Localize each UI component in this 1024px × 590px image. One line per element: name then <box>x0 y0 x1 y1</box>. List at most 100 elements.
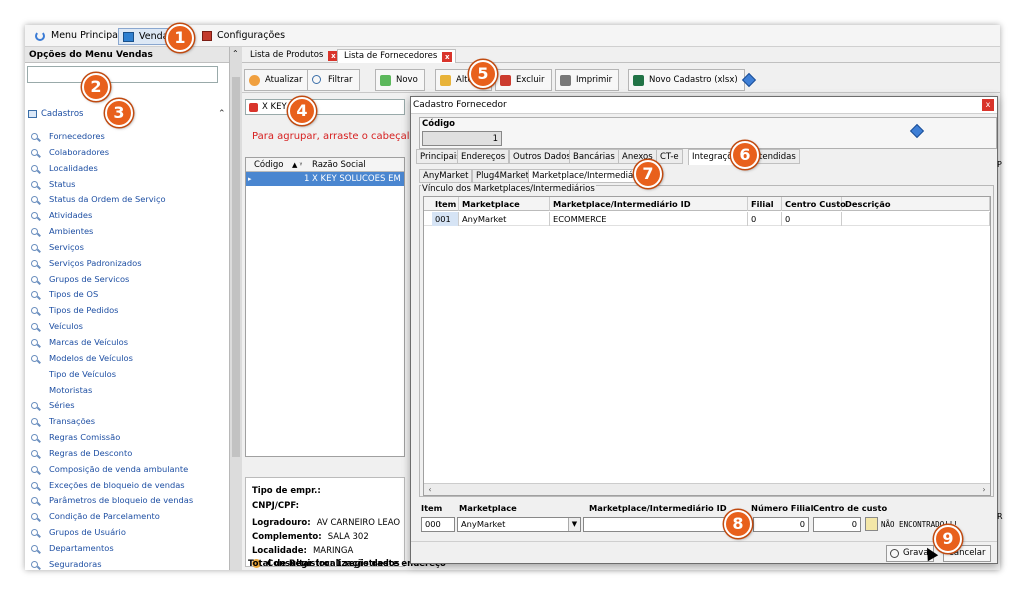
sidebar-item[interactable]: Marcas de Veículos <box>25 335 230 351</box>
collapse-icon[interactable]: ⌃ <box>218 107 226 121</box>
tab-lista-fornecedores[interactable]: Lista de Fornecedores x <box>337 49 457 63</box>
sidebar-item[interactable]: Exceções de bloqueio de vendas <box>25 478 230 494</box>
total-registros: Total de Registro: 1 registrados <box>248 559 400 569</box>
close-icon[interactable]: x <box>982 99 994 111</box>
sidebar-item[interactable]: Status da Ordem de Serviço <box>25 192 230 208</box>
clear-filter-icon[interactable] <box>249 103 258 112</box>
integracoes-subtab[interactable]: AnyMarket <box>419 169 473 183</box>
sidebar-item[interactable]: Fornecedores <box>25 129 230 145</box>
sidebar-item[interactable]: Séries <box>25 398 230 414</box>
dialog-tab[interactable]: Outros Dados <box>509 149 575 164</box>
tipo-row: Tipo de empr.: <box>252 486 321 496</box>
atualizar-button[interactable]: Atualizar <box>244 69 310 91</box>
sidebar-item-label: Parâmetros de bloqueio de vendas <box>49 495 194 506</box>
sidebar-item[interactable]: Modelos de Veículos <box>25 351 230 367</box>
marketplace-select-value: AnyMarket <box>461 519 506 529</box>
horizontal-scrollbar[interactable]: ‹ › <box>424 483 990 495</box>
col-codigo[interactable]: Código <box>254 158 284 172</box>
chevron-down-icon[interactable]: ▼ <box>568 518 580 531</box>
sidebar-item[interactable]: Tipo de Veículos <box>25 367 230 383</box>
left-scrollbar[interactable]: ⌃ <box>230 47 242 570</box>
fornecedor-info-panel: Tipo de empr.: CNPJ/CPF: Logradouro: AV C… <box>245 477 405 567</box>
sidebar-item[interactable]: Regras Comissão <box>25 430 230 446</box>
search-icon <box>31 402 38 410</box>
cell-codigo: 1 <box>304 174 310 184</box>
sidebar-item[interactable]: Grupos de Usuário <box>25 525 230 541</box>
sidebar-item[interactable]: Serviços Padronizados <box>25 256 230 272</box>
sidebar-item[interactable]: Departamentos <box>25 541 230 557</box>
sidebar-item-label: Status da Ordem de Serviço <box>49 194 166 205</box>
sidebar-item[interactable]: Atividades <box>25 208 230 224</box>
search-lookup-icon[interactable] <box>865 517 878 531</box>
sidebar-item[interactable]: Motoristas <box>25 383 230 399</box>
excluir-button[interactable]: Excluir <box>495 69 552 91</box>
step-badge-4: 4 <box>288 97 316 125</box>
sidebar-item[interactable]: Ambientes <box>25 224 230 240</box>
sidebar-item[interactable]: Veículos <box>25 319 230 335</box>
scroll-left-icon[interactable]: ‹ <box>424 484 436 496</box>
sidebar-item[interactable]: Parâmetros de bloqueio de vendas <box>25 493 230 509</box>
sidebar-item[interactable]: Regras de Desconto <box>25 446 230 462</box>
sidebar-item-label: Serviços Padronizados <box>49 257 142 268</box>
sort-icon: ▲ ᵞ <box>292 161 303 169</box>
dialog-tab[interactable]: CT-e <box>656 149 683 164</box>
novo-cadastro-xlsx-button[interactable]: Novo Cadastro (xlsx) <box>628 69 745 91</box>
search-icon <box>31 243 38 251</box>
grid-cell: ECOMMERCE <box>550 212 748 226</box>
sidebar-item[interactable]: Composição de venda ambulante <box>25 462 230 478</box>
marketplaces-grid: Item Marketplace Marketplace/Intermediário… <box>423 196 991 496</box>
sidebar-item[interactable]: Transações <box>25 414 230 430</box>
menu-configuracoes-tab[interactable]: Configurações <box>197 28 289 45</box>
imprimir-button[interactable]: Imprimir <box>555 69 620 91</box>
grid-column-header[interactable]: Marketplace/Intermediário ID <box>550 197 748 211</box>
integracoes-subtab[interactable]: Plug4Market <box>472 169 533 183</box>
filter-input[interactable]: X KEY <box>245 99 405 115</box>
integracoes-subtab[interactable]: Marketplace/Intermediário <box>528 169 649 183</box>
grid-column-header[interactable]: Marketplace <box>459 197 550 211</box>
menu-principal-label: Menu Principal <box>51 30 121 41</box>
grid-column-header[interactable]: Item <box>432 197 459 211</box>
left-search-input[interactable] <box>27 66 218 83</box>
sidebar-item[interactable]: Condição de Parcelamento <box>25 509 230 525</box>
grid-column-header[interactable]: Descrição <box>842 197 990 211</box>
filter-icon <box>312 75 321 84</box>
close-icon[interactable]: x <box>442 52 453 62</box>
sidebar-item[interactable]: Colaboradores <box>25 145 230 161</box>
col-razao-social[interactable]: Razão Social <box>312 158 366 172</box>
grid-column-header[interactable]: Filial <box>748 197 782 211</box>
sidebar-item-label: Grupos de Usuário <box>49 527 126 538</box>
delete-icon <box>500 75 511 86</box>
item-field[interactable]: 000 <box>421 517 455 532</box>
left-scrollbar-thumb[interactable] <box>232 77 240 457</box>
search-icon <box>31 529 38 537</box>
novo-button[interactable]: Novo <box>375 69 425 91</box>
sidebar-item[interactable]: Localidades <box>25 161 230 177</box>
sidebar-item[interactable]: Serviços <box>25 240 230 256</box>
search-icon <box>31 212 38 220</box>
left-menu-panel: Opções do Menu Vendas ⊥ Cadastros ⌃ Forn… <box>25 47 239 570</box>
left-panel-title: Opções do Menu Vendas <box>29 50 153 60</box>
marketplace-select[interactable]: AnyMarket ▼ <box>457 517 581 532</box>
numero-filial-field[interactable]: 0 <box>753 517 809 532</box>
table-row[interactable]: ▸ 1 X KEY SOLUCOES EM TEC <box>246 172 404 198</box>
sidebar-item-label: Composição de venda ambulante <box>49 463 189 474</box>
sidebar-item[interactable]: Tipos de Pedidos <box>25 303 230 319</box>
tab-lista-produtos[interactable]: Lista de Produtos x <box>244 49 341 63</box>
sidebar-item[interactable]: Grupos de Servicos <box>25 272 230 288</box>
integracoes-subtabs: AnyMarket Plug4Market Marketplace/Intermed… <box>419 169 997 183</box>
table-row[interactable]: 001 AnyMarket ECOMMERCE 0 0 <box>424 212 990 226</box>
dialog-tab[interactable]: Bancárias <box>569 149 619 164</box>
sidebar-item-label: Tipo de Veículos <box>49 368 117 379</box>
group-cadastros-label: Cadastros <box>41 109 84 119</box>
centro-custo-field[interactable]: 0 <box>813 517 861 532</box>
sidebar-item[interactable]: Tipos de OS <box>25 287 230 303</box>
menu-principal-tab[interactable]: Menu Principal <box>31 28 125 45</box>
search-icon <box>31 418 38 426</box>
filtrar-button[interactable]: Filtrar <box>307 69 360 91</box>
sidebar-item[interactable]: Seguradoras <box>25 557 230 570</box>
scroll-right-icon[interactable]: › <box>978 484 990 496</box>
grid-column-header[interactable]: Centro Custo <box>782 197 846 211</box>
sidebar-item[interactable]: Status <box>25 177 230 193</box>
help-icon[interactable] <box>909 123 925 139</box>
dialog-tab[interactable]: Endereços <box>457 149 510 164</box>
